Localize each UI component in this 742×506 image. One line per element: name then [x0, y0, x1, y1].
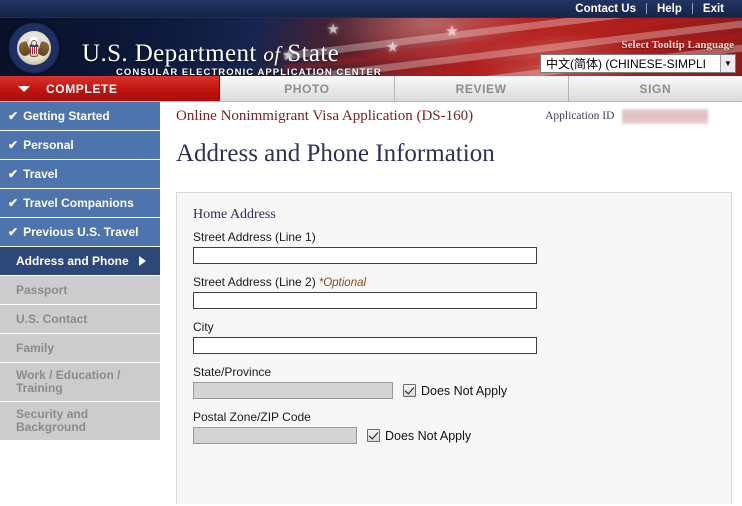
sidebar-item-us-contact[interactable]: U.S. Contact: [0, 305, 160, 333]
field-label: City: [193, 320, 214, 334]
caret-down-icon: [18, 85, 30, 92]
state-province-input[interactable]: [193, 382, 393, 399]
tab-complete[interactable]: COMPLETE: [0, 76, 221, 101]
city-input[interactable]: [193, 337, 537, 354]
sidebar-item-label: Address and Phone: [16, 254, 129, 268]
field-street-address-line-1: Street Address (Line 1): [193, 230, 713, 264]
page-body: Online Nonimmigrant Visa Application (DS…: [0, 102, 742, 504]
does-not-apply-label: Does Not Apply: [385, 428, 472, 443]
street-address-line-1-input[interactable]: [193, 247, 537, 264]
sidebar-item-address-and-phone[interactable]: Address and Phone: [0, 247, 160, 275]
title-state: State: [287, 40, 340, 67]
great-seal-icon: [8, 22, 60, 74]
sidebar-item-label: Security and Background: [16, 407, 89, 434]
street-address-line-2-input[interactable]: [193, 292, 537, 309]
field-label: Postal Zone/ZIP Code: [193, 410, 311, 424]
tab-photo-label: PHOTO: [284, 81, 330, 96]
tab-complete-label: COMPLETE: [46, 81, 118, 96]
site-banner: ★ ★ ★ ★ U.S. Department of State CONSULA…: [0, 18, 742, 76]
application-id-value-redacted: [622, 108, 709, 124]
sidebar-item-label: Work / Education / Training: [16, 368, 121, 395]
optional-note: *Optional: [318, 277, 367, 289]
field-postal-zone-zip-code: Postal Zone/ZIP Code Does Not Apply: [193, 410, 713, 444]
does-not-apply-label: Does Not Apply: [421, 383, 508, 398]
sidebar-item-label: Getting Started: [23, 109, 110, 123]
sidebar-item-label: Previous U.S. Travel: [23, 225, 139, 239]
sidebar-item-label: Passport: [16, 283, 68, 297]
chevron-right-icon: [139, 256, 146, 266]
tooltip-language-label: Select Tooltip Language: [621, 39, 734, 51]
sidebar-item-previous-us-travel[interactable]: ✔ Previous U.S. Travel: [0, 218, 160, 246]
title-of: of: [263, 42, 281, 66]
section-navigation-sidebar: ✔ Getting Started ✔ Personal ✔ Travel ✔ …: [0, 102, 160, 441]
tab-review-label: REVIEW: [455, 81, 507, 96]
exit-link[interactable]: Exit: [693, 0, 734, 18]
chevron-down-icon[interactable]: ▼: [720, 55, 735, 72]
tab-review[interactable]: REVIEW: [394, 76, 569, 101]
help-link[interactable]: Help: [647, 0, 692, 18]
application-info-bar: Online Nonimmigrant Visa Application (DS…: [160, 102, 742, 130]
checkbox-icon[interactable]: [403, 384, 416, 397]
sidebar-item-travel[interactable]: ✔ Travel: [0, 160, 160, 188]
field-label: State/Province: [193, 365, 272, 379]
postal-code-does-not-apply[interactable]: Does Not Apply: [367, 429, 471, 443]
sidebar-item-label: U.S. Contact: [16, 312, 88, 326]
postal-zone-zip-code-input[interactable]: [193, 427, 357, 444]
field-label: Street Address (Line 1): [193, 230, 316, 244]
tab-photo[interactable]: PHOTO: [220, 76, 395, 101]
field-label: Street Address (Line 2) *Optional: [193, 275, 713, 289]
application-window: Contact Us Help Exit ★ ★ ★ ★ U.S. Depart…: [0, 0, 742, 506]
progress-step-tabs: COMPLETE PHOTO REVIEW SIGN: [0, 76, 742, 102]
field-street-address-line-2: Street Address (Line 2) *Optional: [193, 275, 713, 309]
field-city: City: [193, 320, 713, 354]
banner-subtitle: CONSULAR ELECTRONIC APPLICATION CENTER: [116, 67, 382, 76]
sidebar-item-label: Travel Companions: [23, 196, 134, 210]
title-department: Department: [134, 40, 257, 67]
state-province-row: Does Not Apply: [193, 382, 713, 399]
sidebar-item-security-and-background[interactable]: Security and Background: [0, 402, 160, 440]
department-title: U.S. Department of State: [82, 40, 339, 68]
field-label-text: Street Address (Line 2): [193, 275, 316, 289]
utility-nav-bar: Contact Us Help Exit: [0, 0, 742, 18]
sidebar-item-personal[interactable]: ✔ Personal: [0, 131, 160, 159]
state-province-does-not-apply[interactable]: Does Not Apply: [403, 384, 507, 398]
sidebar-item-label: Family: [16, 341, 55, 355]
tooltip-language-selected-value: 中文(简体) (CHINESE-SIMPLI: [546, 57, 707, 71]
home-address-group-heading: Home Address: [193, 207, 276, 222]
check-icon: ✔: [8, 167, 19, 181]
tab-sign-label: SIGN: [639, 81, 672, 96]
sidebar-item-work-education-training[interactable]: Work / Education / Training: [0, 363, 160, 401]
sidebar-item-label: Personal: [23, 138, 74, 152]
sidebar-item-label: Travel: [23, 167, 58, 181]
check-icon: ✔: [8, 225, 19, 239]
check-icon: ✔: [8, 109, 19, 123]
contact-us-link[interactable]: Contact Us: [565, 0, 646, 18]
sidebar-item-travel-companions[interactable]: ✔ Travel Companions: [0, 189, 160, 217]
tooltip-language-select[interactable]: 中文(简体) (CHINESE-SIMPLI ▼: [540, 54, 736, 73]
checkbox-icon[interactable]: [367, 429, 380, 442]
field-state-province: State/Province Does Not Apply: [193, 365, 713, 399]
sidebar-item-family[interactable]: Family: [0, 334, 160, 362]
page-title: Address and Phone Information: [176, 140, 495, 167]
postal-code-row: Does Not Apply: [193, 427, 713, 444]
application-title: Online Nonimmigrant Visa Application (DS…: [176, 107, 474, 124]
check-icon: ✔: [8, 138, 19, 152]
application-id-label: Application ID: [545, 110, 615, 122]
check-icon: ✔: [8, 196, 19, 210]
sidebar-item-passport[interactable]: Passport: [0, 276, 160, 304]
sidebar-item-getting-started[interactable]: ✔ Getting Started: [0, 102, 160, 130]
tab-sign[interactable]: SIGN: [568, 76, 742, 101]
title-us: U.S.: [82, 40, 129, 67]
address-form-panel: Home Address Street Address (Line 1) Str…: [176, 192, 732, 504]
